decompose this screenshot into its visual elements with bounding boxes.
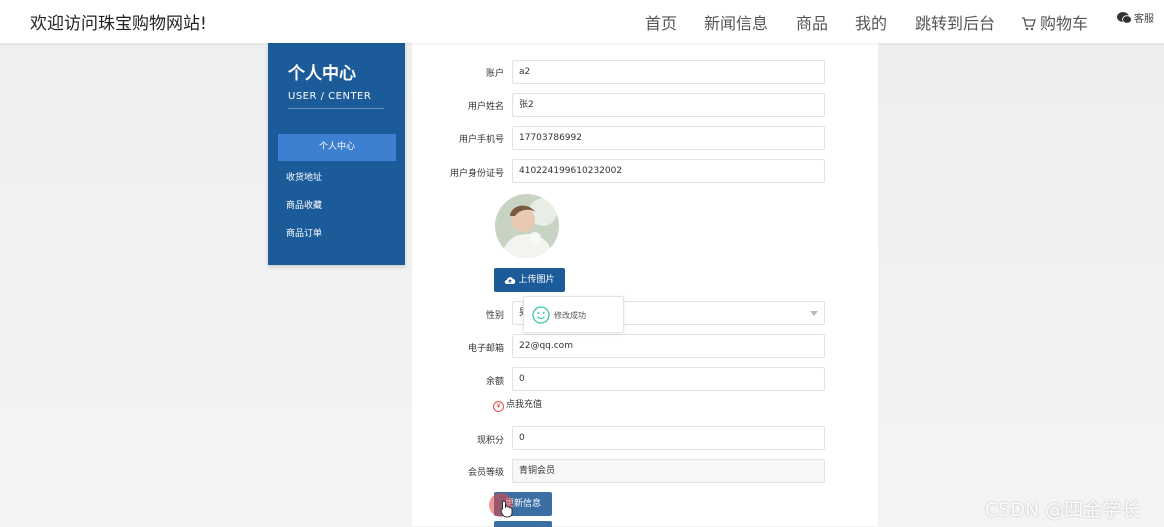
phone-label: 用户手机号 [458,135,504,145]
yuan-icon: ¥ [493,401,504,412]
nav-news[interactable]: 新闻信息 [704,10,768,34]
upload-image-button[interactable]: 上传图片 [494,268,565,292]
nav-mine[interactable]: 我的 [855,10,887,34]
email-label: 电子邮箱 [467,344,504,354]
account-input[interactable]: a2 [512,60,825,84]
nav-products[interactable]: 商品 [796,10,828,34]
sidebar-item-user-center[interactable]: 个人中心 [278,134,396,161]
name-input[interactable]: 张2 [512,93,825,117]
nav-home[interactable]: 首页 [645,10,677,34]
nav-cart[interactable]: 购物车 [1021,10,1088,35]
recharge-label: 点我充值 [506,400,543,410]
cloud-upload-icon [505,277,516,284]
phone-input[interactable]: 17703786992 [512,126,825,150]
nav-cart-label: 购物车 [1040,14,1089,33]
watermark: CSDN @四金学长 [985,499,1141,521]
user-center-sidebar: 个人中心 USER / CENTER 个人中心 收货地址 商品收藏 商品订单 [268,43,405,265]
upload-image-label: 上传图片 [518,275,555,285]
sidebar-divider [288,108,384,109]
balance-input[interactable]: 0 [512,367,825,391]
nav-admin[interactable]: 跳转到后台 [915,10,995,34]
recharge-link[interactable]: ¥ 点我充值 [493,397,542,412]
success-toast: 修改成功 [523,296,624,333]
gender-label: 性别 [485,311,504,321]
page-background-right [878,43,1164,526]
balance-label: 余额 [485,377,504,387]
idcard-input[interactable]: 410224199610232002 [512,159,825,183]
level-input: 青铜会员 [512,459,825,483]
cart-icon [1021,16,1036,35]
account-label: 账户 [485,69,504,79]
name-label: 用户姓名 [467,102,504,112]
chevron-down-icon [810,311,818,316]
points-input[interactable]: 0 [512,426,825,450]
sidebar-item-favorites[interactable]: 商品收藏 [286,198,322,211]
level-label: 会员等级 [467,468,504,478]
service-label: 客服 [1134,14,1154,25]
email-input[interactable]: 22@qq.com [512,334,825,358]
toast-text: 修改成功 [554,311,586,320]
chat-icon [1117,12,1132,24]
sidebar-item-address[interactable]: 收货地址 [286,170,322,183]
smile-icon [532,306,550,324]
points-label: 现积分 [476,436,504,446]
sidebar-subtitle: USER / CENTER [288,91,372,102]
site-title: 欢迎访问珠宝购物网站! [30,14,207,34]
avatar [495,194,559,258]
customer-service[interactable]: 客服 [1117,10,1154,25]
idcard-label: 用户身份证号 [449,169,504,179]
sidebar-title: 个人中心 [288,64,356,84]
sidebar-item-orders[interactable]: 商品订单 [286,226,322,239]
hand-cursor-icon [500,500,514,522]
top-navbar: 欢迎访问珠宝购物网站! 首页 新闻信息 商品 我的 跳转到后台 购物车 客服 [0,0,1164,43]
